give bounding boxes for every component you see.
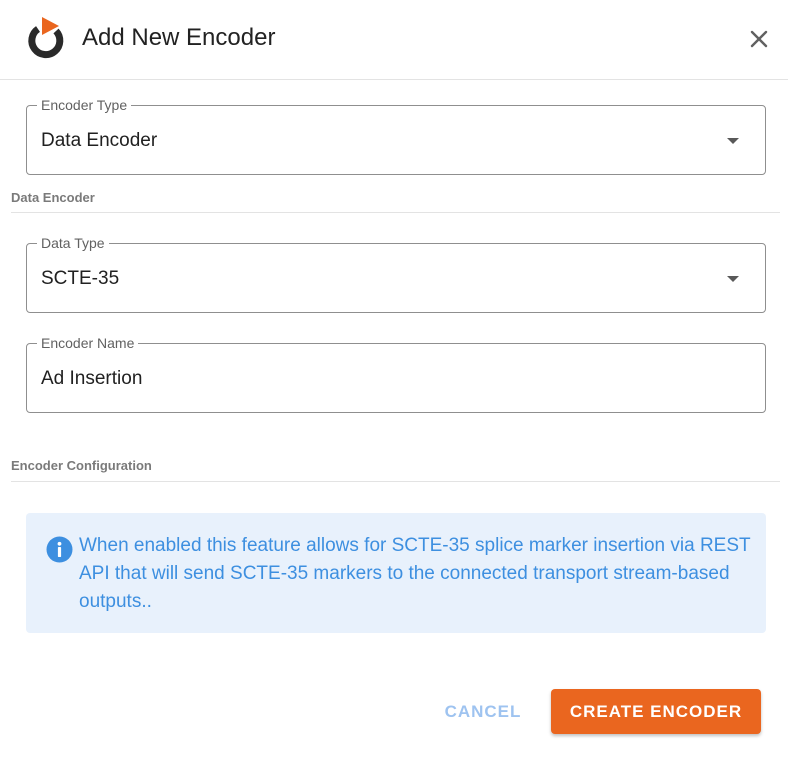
create-encoder-button[interactable]: CREATE ENCODER <box>551 689 761 734</box>
data-type-select[interactable]: Data Type SCTE-35 <box>26 235 766 313</box>
dialog-header: Add New Encoder <box>0 0 788 80</box>
encoder-type-select[interactable]: Encoder Type Data Encoder <box>26 97 766 175</box>
data-type-value: SCTE-35 <box>41 268 120 289</box>
dialog-title: Add New Encoder <box>82 24 276 51</box>
info-icon <box>46 536 73 563</box>
info-alert: When enabled this feature allows for SCT… <box>26 513 766 633</box>
section-heading-data-encoder: Data Encoder <box>11 190 95 205</box>
add-encoder-dialog: Add New Encoder Encoder Type Data Encode… <box>0 0 788 762</box>
section-divider <box>11 481 780 482</box>
info-message: When enabled this feature allows for SCT… <box>79 535 751 612</box>
encoder-name-value[interactable]: Ad Insertion <box>41 368 142 390</box>
chevron-down-icon[interactable] <box>727 276 739 282</box>
section-divider <box>11 212 780 213</box>
brand-logo-icon <box>28 17 64 59</box>
encoder-type-value: Data Encoder <box>41 130 158 151</box>
encoder-name-field[interactable]: Encoder Name Ad Insertion <box>26 335 766 413</box>
section-heading-encoder-configuration: Encoder Configuration <box>11 458 152 473</box>
cancel-button[interactable]: CANCEL <box>430 690 536 734</box>
data-type-label: Data Type <box>37 235 109 251</box>
chevron-down-icon[interactable] <box>727 138 739 144</box>
encoder-type-label: Encoder Type <box>37 97 132 113</box>
encoder-name-label: Encoder Name <box>37 335 139 351</box>
close-icon[interactable] <box>745 25 773 53</box>
